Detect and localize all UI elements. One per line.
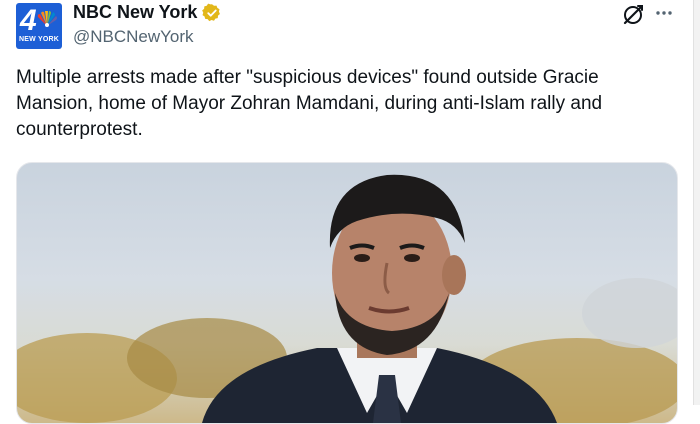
peacock-logo-icon (37, 11, 57, 27)
avatar-tag: NEW YORK (19, 36, 59, 43)
post-photo[interactable] (16, 162, 678, 424)
avatar-number: 4 (20, 4, 37, 37)
display-name[interactable]: NBC New York (73, 2, 197, 23)
handle[interactable]: @NBCNewYork (73, 27, 194, 47)
verified-badge-icon (202, 3, 221, 21)
photo-illustration (17, 174, 677, 423)
scrollbar-track[interactable] (693, 0, 700, 405)
grok-icon[interactable] (621, 3, 645, 27)
post-text: Multiple arrests made after "suspicious … (16, 67, 603, 140)
avatar[interactable]: 4 NEW YORK (16, 3, 62, 49)
more-icon[interactable] (654, 6, 674, 20)
display-name-row[interactable]: NBC New York (73, 2, 222, 23)
